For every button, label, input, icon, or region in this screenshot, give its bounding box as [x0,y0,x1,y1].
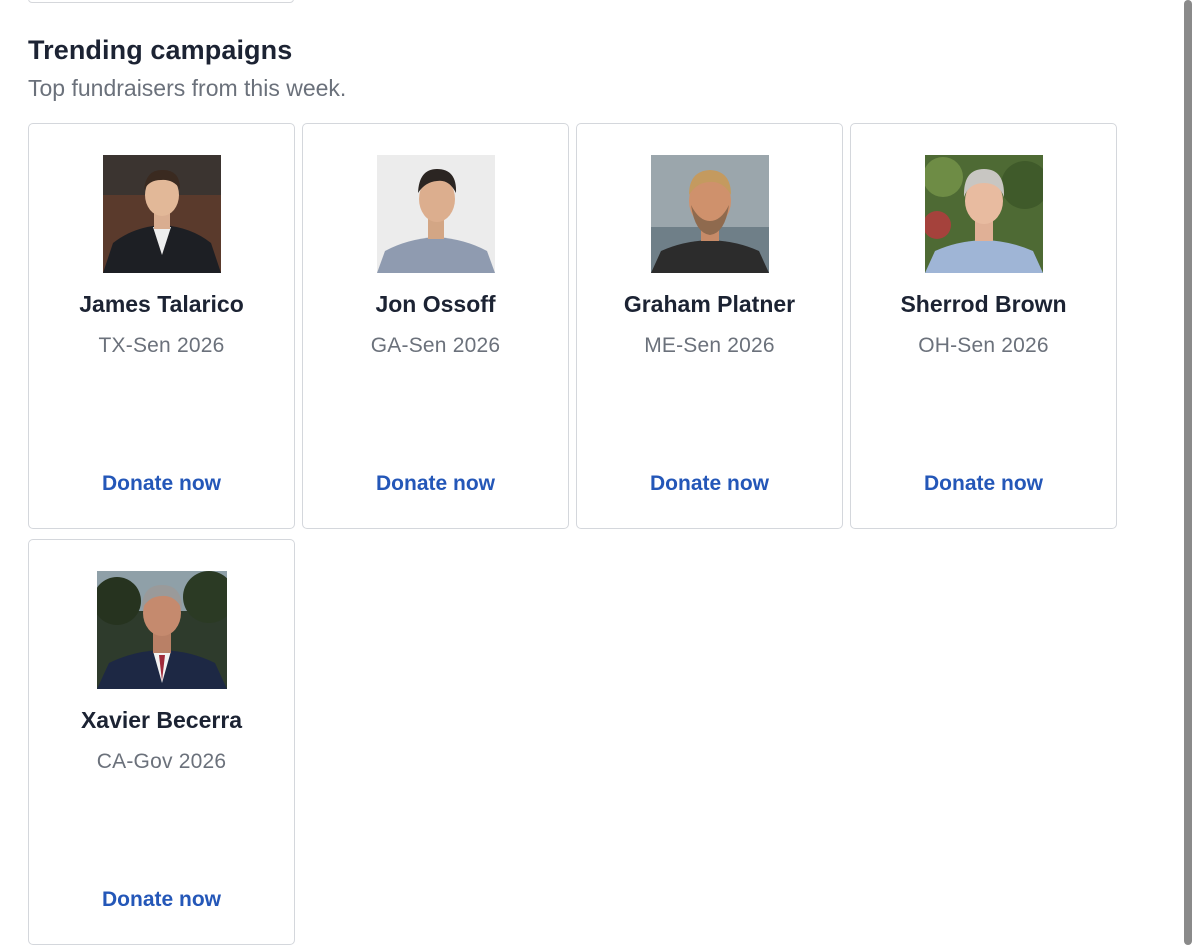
donate-now-link[interactable]: Donate now [303,472,568,496]
donate-now-link[interactable]: Donate now [29,888,294,912]
candidate-race: GA-Sen 2026 [370,334,501,357]
candidate-photo [102,155,221,273]
previous-card-edge [28,0,294,3]
candidate-name: Sherrod Brown [900,291,1067,317]
trending-campaigns-page: Trending campaigns Top fundraisers from … [0,0,1200,945]
donate-now-link[interactable]: Donate now [851,472,1116,496]
candidate-race: OH-Sen 2026 [918,334,1049,357]
donate-now-link[interactable]: Donate now [577,472,842,496]
candidate-photo [376,155,495,273]
candidate-name: James Talarico [79,291,244,317]
candidate-photo [650,155,769,273]
section-title: Trending campaigns [28,35,293,65]
candidate-photo [96,571,227,689]
campaign-card[interactable]: Jon Ossoff GA-Sen 2026 Donate now [302,123,569,529]
candidate-name: Graham Platner [623,291,796,317]
campaign-card[interactable]: Graham Platner ME-Sen 2026 Donate now [576,123,843,529]
section-subtitle: Top fundraisers from this week. [28,75,347,101]
campaign-card[interactable]: Sherrod Brown OH-Sen 2026 Donate now [850,123,1117,529]
campaign-card[interactable]: James Talarico TX-Sen 2026 Donate now [28,123,295,529]
campaign-grid: James Talarico TX-Sen 2026 Donate now Jo… [28,123,1118,945]
candidate-name: Jon Ossoff [375,291,496,317]
scrollbar[interactable] [1184,0,1192,945]
candidate-race: ME-Sen 2026 [644,334,775,357]
candidate-race: TX-Sen 2026 [98,334,225,357]
donate-now-link[interactable]: Donate now [29,472,294,496]
candidate-race: CA-Gov 2026 [96,750,227,773]
candidate-photo [924,155,1043,273]
campaign-card[interactable]: Xavier Becerra CA-Gov 2026 Donate now [28,539,295,945]
candidate-name: Xavier Becerra [80,707,243,733]
